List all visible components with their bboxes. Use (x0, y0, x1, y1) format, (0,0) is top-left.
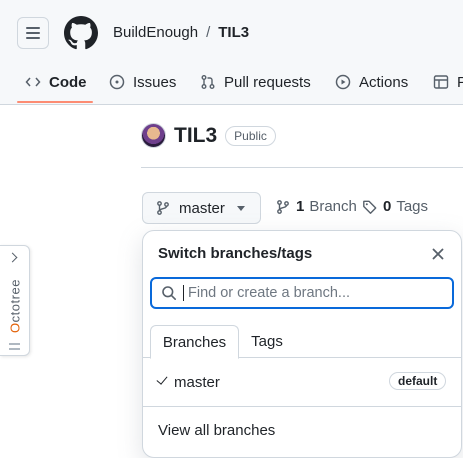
branch-list-item[interactable]: master default (143, 370, 461, 394)
tag-count: 0 (383, 198, 392, 215)
check-icon (156, 373, 168, 385)
repo-nav-tabs: Code Issues Pull requests Actions P (0, 60, 463, 104)
tab-projects[interactable]: P (433, 60, 463, 104)
octotree-toggle[interactable]: Octotree (0, 245, 30, 356)
tab-projects-label: P (457, 73, 463, 91)
tab-pull-requests-label: Pull requests (224, 73, 311, 91)
tab-code-label: Code (49, 73, 87, 91)
github-logo-icon[interactable] (64, 16, 98, 50)
grip-icon[interactable] (9, 343, 20, 350)
branch-search-input[interactable] (188, 285, 428, 301)
tab-actions[interactable]: Actions (335, 60, 408, 104)
branch-name: master (174, 373, 220, 391)
tag-count-label: Tags (396, 198, 429, 215)
divider (141, 167, 463, 168)
branch-search-box[interactable] (150, 277, 454, 309)
branches-link[interactable]: 1 Branch (275, 198, 357, 215)
breadcrumb-owner[interactable]: BuildEnough (113, 24, 198, 41)
repo-name[interactable]: TIL3 (174, 124, 217, 148)
pull-request-icon (201, 75, 215, 89)
hamburger-icon (26, 27, 40, 29)
branch-count-label: Branch (309, 198, 357, 215)
panel-divider (143, 406, 461, 407)
tab-tags[interactable]: Tags (239, 325, 295, 358)
octotree-label: Octotree (8, 279, 23, 333)
chevron-down-icon (236, 205, 245, 211)
breadcrumb: BuildEnough / TIL3 (113, 24, 249, 41)
branch-icon (277, 199, 289, 214)
app-header: BuildEnough / TIL3 Code Issues Pull requ… (0, 0, 463, 105)
table-icon (433, 75, 449, 89)
code-icon (25, 77, 41, 87)
default-badge: default (389, 372, 447, 390)
close-icon[interactable] (429, 245, 447, 263)
avatar[interactable] (141, 123, 166, 148)
search-icon (162, 286, 176, 300)
active-tab-indicator (17, 101, 93, 103)
tab-issues-label: Issues (133, 73, 177, 91)
play-icon (335, 74, 351, 90)
tab-actions-label: Actions (359, 73, 409, 91)
text-cursor (183, 285, 184, 301)
branch-switcher-panel: Switch branches/tags Branches Tags maste… (142, 230, 462, 458)
branch-tag-tabs: Branches Tags (143, 325, 461, 359)
tag-icon (363, 200, 377, 214)
tab-code[interactable]: Code (25, 60, 87, 104)
branch-select-label: master (179, 199, 225, 217)
repo-title: TIL3 Public (141, 123, 276, 148)
chevron-right-icon (7, 252, 18, 263)
panel-title: Switch branches/tags (158, 245, 313, 262)
tab-pull-requests[interactable]: Pull requests (200, 60, 311, 104)
breadcrumb-repo[interactable]: TIL3 (218, 24, 249, 41)
tab-issues[interactable]: Issues (109, 60, 176, 104)
octotree-label-rest: ctotree (7, 279, 23, 323)
branch-icon (157, 201, 169, 215)
breadcrumb-separator: / (206, 24, 211, 41)
octotree-label-first: O (7, 322, 23, 333)
tab-branches[interactable]: Branches (150, 325, 239, 359)
visibility-badge: Public (225, 125, 276, 146)
issue-icon (109, 74, 125, 90)
hamburger-icon-bar (26, 32, 40, 34)
branch-select-button[interactable]: master (142, 192, 261, 224)
tags-link[interactable]: 0 Tags (362, 198, 428, 215)
hamburger-icon-bar (26, 37, 40, 39)
menu-button[interactable] (17, 17, 49, 49)
view-all-branches-link[interactable]: View all branches (158, 422, 275, 439)
branch-count: 1 (296, 198, 305, 215)
